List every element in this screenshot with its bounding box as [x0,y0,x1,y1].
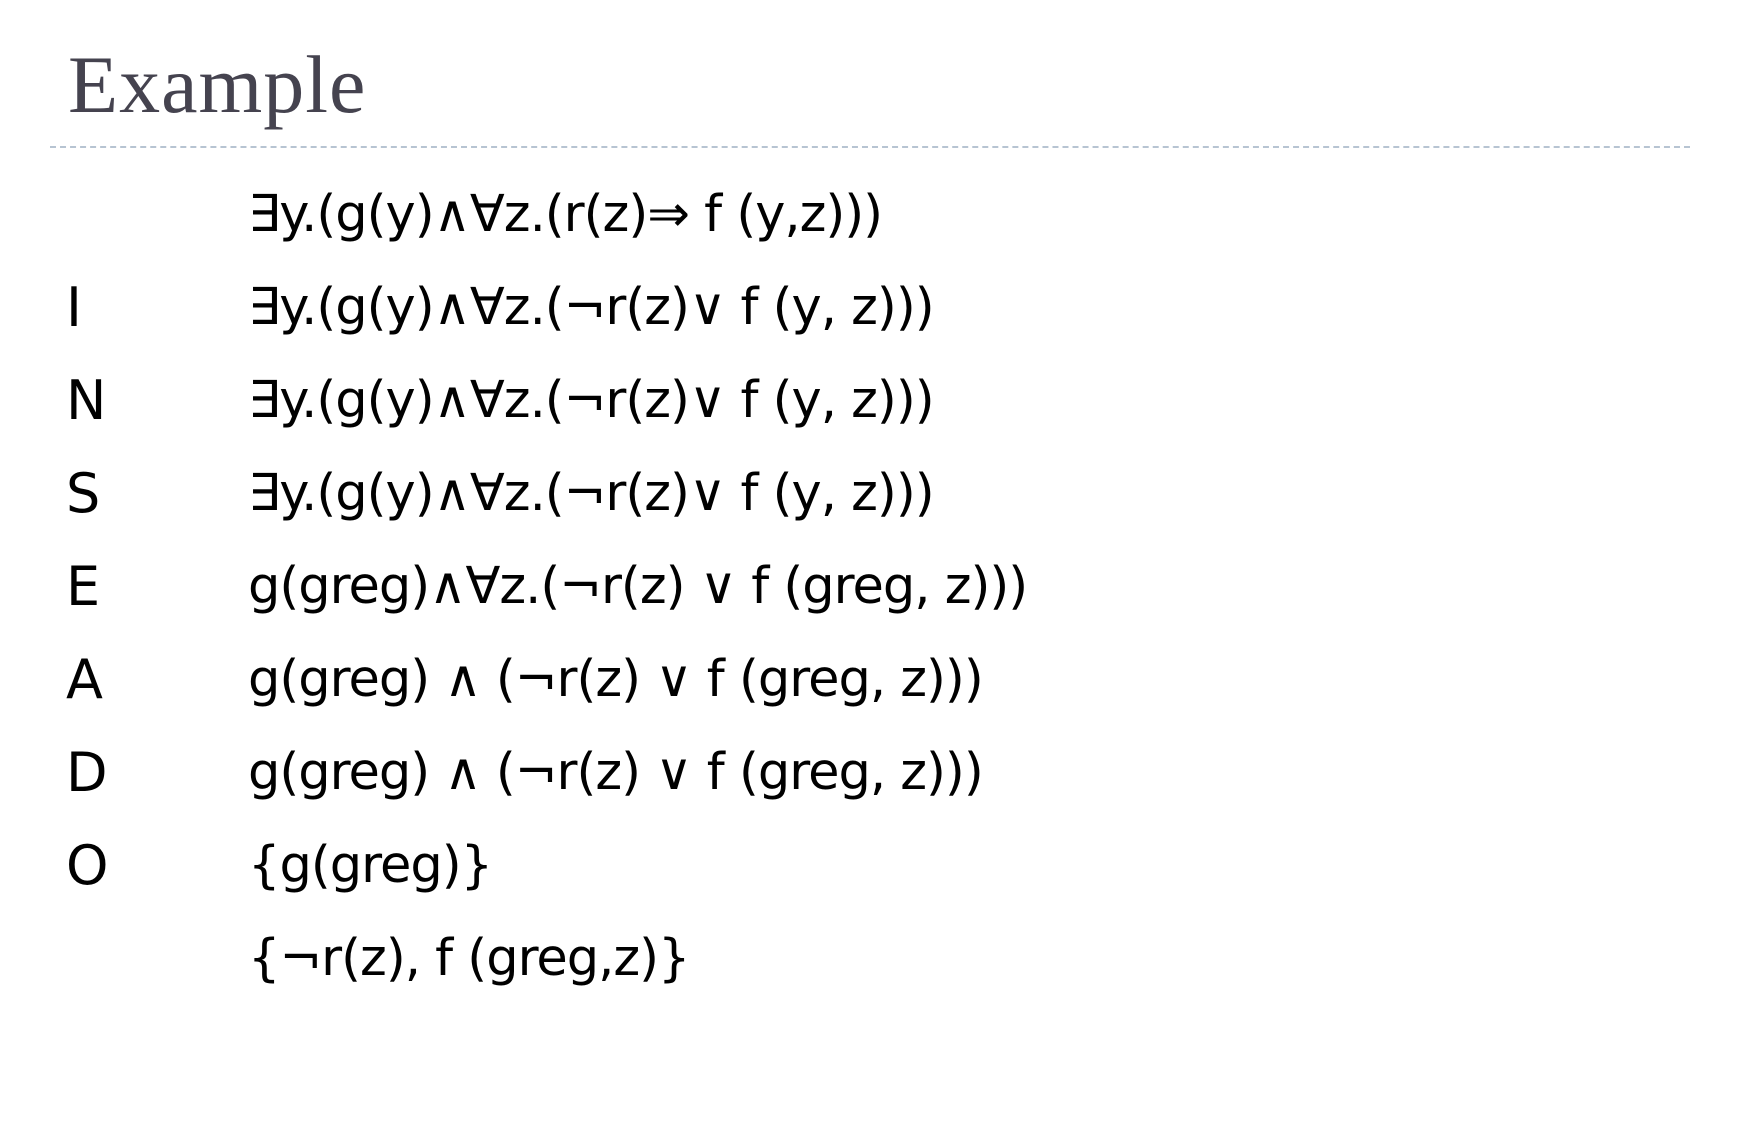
step-letter: S [66,462,101,525]
step-row: I ∃y.(g(y)∧∀z.(¬r(z)∨ f (y, z))) [0,263,1740,353]
step-row: S ∃y.(g(y)∧∀z.(¬r(z)∨ f (y, z))) [0,449,1740,539]
step-row: A g(greg) ∧ (¬r(z) ∨ f (greg, z))) [0,635,1740,725]
step-row: O {g(greg)} [0,821,1740,911]
step-formula: g(greg)∧∀z.(¬r(z) ∨ f (greg, z))) [248,557,1028,616]
step-formula: {g(greg)} [248,836,493,895]
step-formula: ∃y.(g(y)∧∀z.(¬r(z)∨ f (y, z))) [248,464,935,523]
step-formula: ∃y.(g(y)∧∀z.(¬r(z)∨ f (y, z))) [248,371,935,430]
step-row: N ∃y.(g(y)∧∀z.(¬r(z)∨ f (y, z))) [0,356,1740,446]
title-divider [50,146,1690,148]
step-formula: g(greg) ∧ (¬r(z) ∨ f (greg, z))) [248,650,984,709]
step-row: ∃y.(g(y)∧∀z.(r(z)⇒ f (y,z))) [0,170,1740,260]
step-letter: O [66,834,109,897]
step-row: D g(greg) ∧ (¬r(z) ∨ f (greg, z))) [0,728,1740,818]
step-letter: A [66,648,103,711]
step-row: E g(greg)∧∀z.(¬r(z) ∨ f (greg, z))) [0,542,1740,632]
step-letter: N [66,369,107,432]
step-formula: {¬r(z), f (greg,z)} [248,929,690,988]
step-formula: g(greg) ∧ (¬r(z) ∨ f (greg, z))) [248,743,984,802]
step-formula: ∃y.(g(y)∧∀z.(¬r(z)∨ f (y, z))) [248,278,935,337]
step-letter: I [66,276,82,339]
step-letter: D [66,741,108,804]
slide: Example ∃y.(g(y)∧∀z.(r(z)⇒ f (y,z))) I ∃… [0,0,1740,1132]
slide-title: Example [68,39,367,130]
step-row: {¬r(z), f (greg,z)} [0,914,1740,1004]
step-letter: E [66,555,101,618]
step-formula: ∃y.(g(y)∧∀z.(r(z)⇒ f (y,z))) [248,185,883,244]
